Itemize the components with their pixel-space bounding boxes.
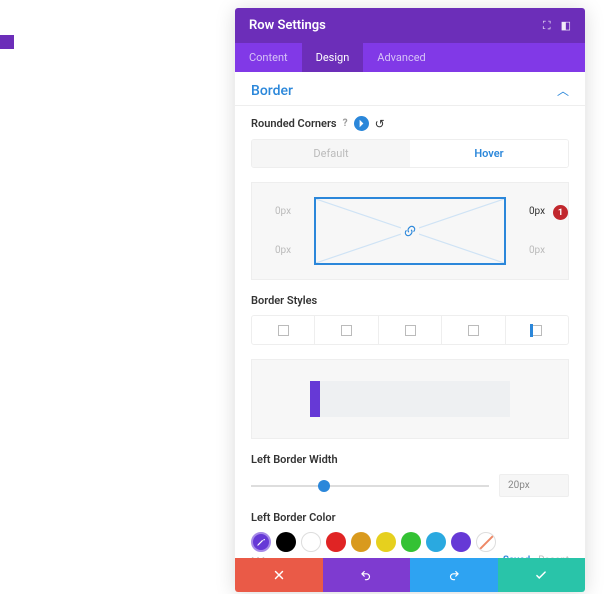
saved-tab[interactable]: Saved: [503, 555, 530, 558]
tab-bar: Content Design Advanced: [235, 43, 585, 72]
left-border-width-slider[interactable]: [251, 478, 489, 494]
decorative-stripe: [0, 35, 14, 49]
border-style-left[interactable]: [506, 316, 568, 344]
border-style-all[interactable]: [252, 316, 315, 344]
hover-indicator-icon[interactable]: [354, 116, 369, 131]
border-preview-box: [310, 381, 510, 417]
rounded-corners-label: Rounded Corners: [251, 117, 337, 130]
border-style-right[interactable]: [379, 316, 442, 344]
swatch-purple[interactable]: [451, 532, 471, 552]
corner-bottom-right[interactable]: 0px: [516, 245, 558, 256]
save-button[interactable]: [498, 558, 586, 592]
help-icon[interactable]: ?: [343, 118, 348, 129]
swatch-none[interactable]: [476, 532, 496, 552]
border-style-bottom[interactable]: [442, 316, 505, 344]
swatch-orange[interactable]: [351, 532, 371, 552]
left-border-color-label: Left Border Color: [251, 511, 569, 524]
settings-panel: Row Settings ⛶ ◧ Content Design Advanced…: [235, 8, 585, 592]
swatch-blue[interactable]: [426, 532, 446, 552]
expand-icon[interactable]: ⛶: [543, 19, 551, 33]
tab-design[interactable]: Design: [302, 43, 364, 72]
border-style-picker: [251, 315, 569, 345]
title-bar: Row Settings ⛶ ◧: [235, 8, 585, 43]
corners-editor: 0px 0px1 0px 0px: [251, 182, 569, 280]
snap-icon[interactable]: ◧: [561, 19, 571, 33]
corner-preview: [314, 197, 506, 265]
undo-button[interactable]: [323, 558, 411, 592]
tab-advanced[interactable]: Advanced: [363, 43, 439, 72]
scroll-area[interactable]: Border ︿ Rounded Corners ? ↺ Default Hov…: [235, 72, 585, 558]
section-title: Border: [251, 83, 293, 99]
corner-top-left[interactable]: 0px: [262, 206, 304, 217]
tab-content[interactable]: Content: [235, 43, 302, 72]
reset-icon[interactable]: ↺: [375, 117, 385, 131]
section-header[interactable]: Border ︿: [235, 72, 585, 106]
border-preview: [251, 359, 569, 439]
border-styles-label: Border Styles: [251, 294, 569, 307]
corner-bottom-left[interactable]: 0px: [262, 245, 304, 256]
footer-actions: [235, 558, 585, 592]
left-border-width-value[interactable]: 20px: [499, 474, 569, 497]
state-toggle: Default Hover: [251, 139, 569, 168]
swatch-red[interactable]: [326, 532, 346, 552]
step-badge: 1: [553, 205, 568, 220]
swatch-black[interactable]: [276, 532, 296, 552]
link-icon[interactable]: [401, 222, 419, 240]
left-border-width-label: Left Border Width: [251, 453, 569, 466]
border-style-top[interactable]: [315, 316, 378, 344]
recent-tab[interactable]: Recent: [538, 555, 569, 558]
chevron-up-icon: ︿: [557, 82, 569, 99]
cancel-button[interactable]: [235, 558, 323, 592]
corner-top-right[interactable]: 0px1: [516, 206, 558, 217]
swatch-green[interactable]: [401, 532, 421, 552]
swatch-yellow[interactable]: [376, 532, 396, 552]
panel-title: Row Settings: [249, 18, 326, 33]
color-swatches: [251, 532, 569, 552]
redo-button[interactable]: [410, 558, 498, 592]
toggle-default[interactable]: Default: [252, 140, 410, 167]
color-picker-button[interactable]: [251, 532, 271, 552]
toggle-hover[interactable]: Hover: [410, 140, 568, 167]
swatch-white[interactable]: [301, 532, 321, 552]
